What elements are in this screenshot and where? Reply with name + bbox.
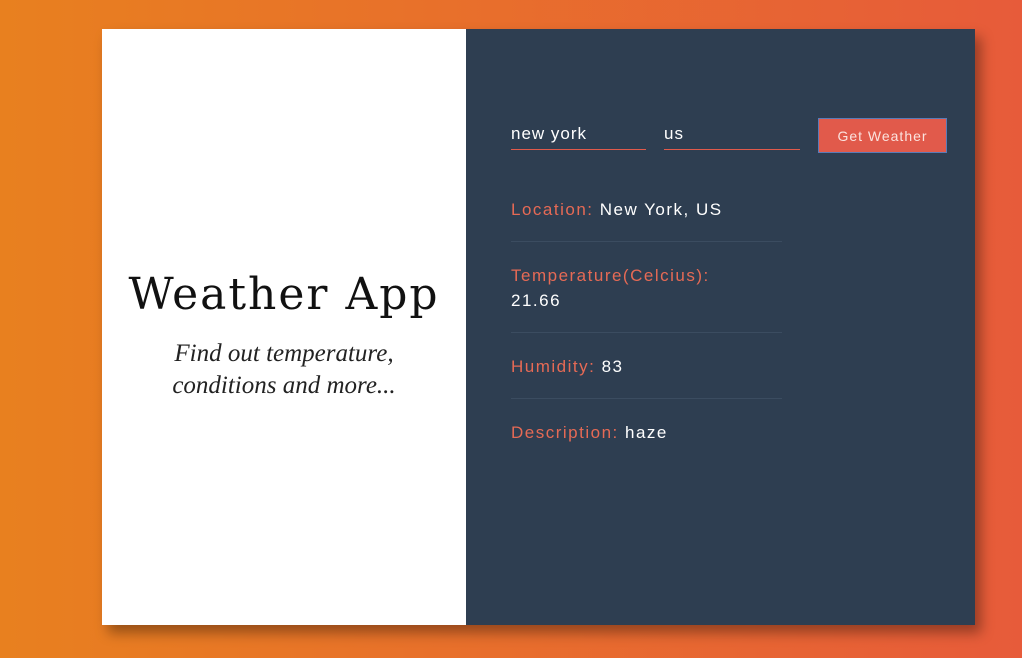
temperature-row: Temperature(Celcius): 21.66 <box>511 263 782 313</box>
divider <box>511 332 782 333</box>
divider <box>511 241 782 242</box>
humidity-label: Humidity: <box>511 357 596 376</box>
description-row: Description: haze <box>511 420 782 445</box>
humidity-value: 83 <box>601 357 624 376</box>
city-input[interactable] <box>511 119 646 150</box>
description-value: haze <box>625 423 668 442</box>
divider <box>511 398 782 399</box>
weather-card: Weather App Find out temperature, condit… <box>102 29 975 625</box>
temperature-value: 21.66 <box>511 291 562 310</box>
get-weather-button[interactable]: Get Weather <box>818 118 947 153</box>
country-input[interactable] <box>664 119 800 150</box>
title-panel: Weather App Find out temperature, condit… <box>102 29 466 625</box>
app-subtitle: Find out temperature, conditions and mor… <box>172 339 396 399</box>
app-title: Weather App <box>128 268 440 320</box>
location-row: Location: New York, US <box>511 197 782 222</box>
description-label: Description: <box>511 423 619 442</box>
weather-results: Location: New York, US Temperature(Celci… <box>511 197 782 445</box>
humidity-row: Humidity: 83 <box>511 354 782 379</box>
location-value: New York, US <box>599 200 723 219</box>
weather-panel: Get Weather Location: New York, US Tempe… <box>466 29 975 625</box>
temperature-label: Temperature(Celcius): <box>511 266 710 285</box>
location-label: Location: <box>511 200 594 219</box>
weather-form: Get Weather <box>511 118 947 153</box>
